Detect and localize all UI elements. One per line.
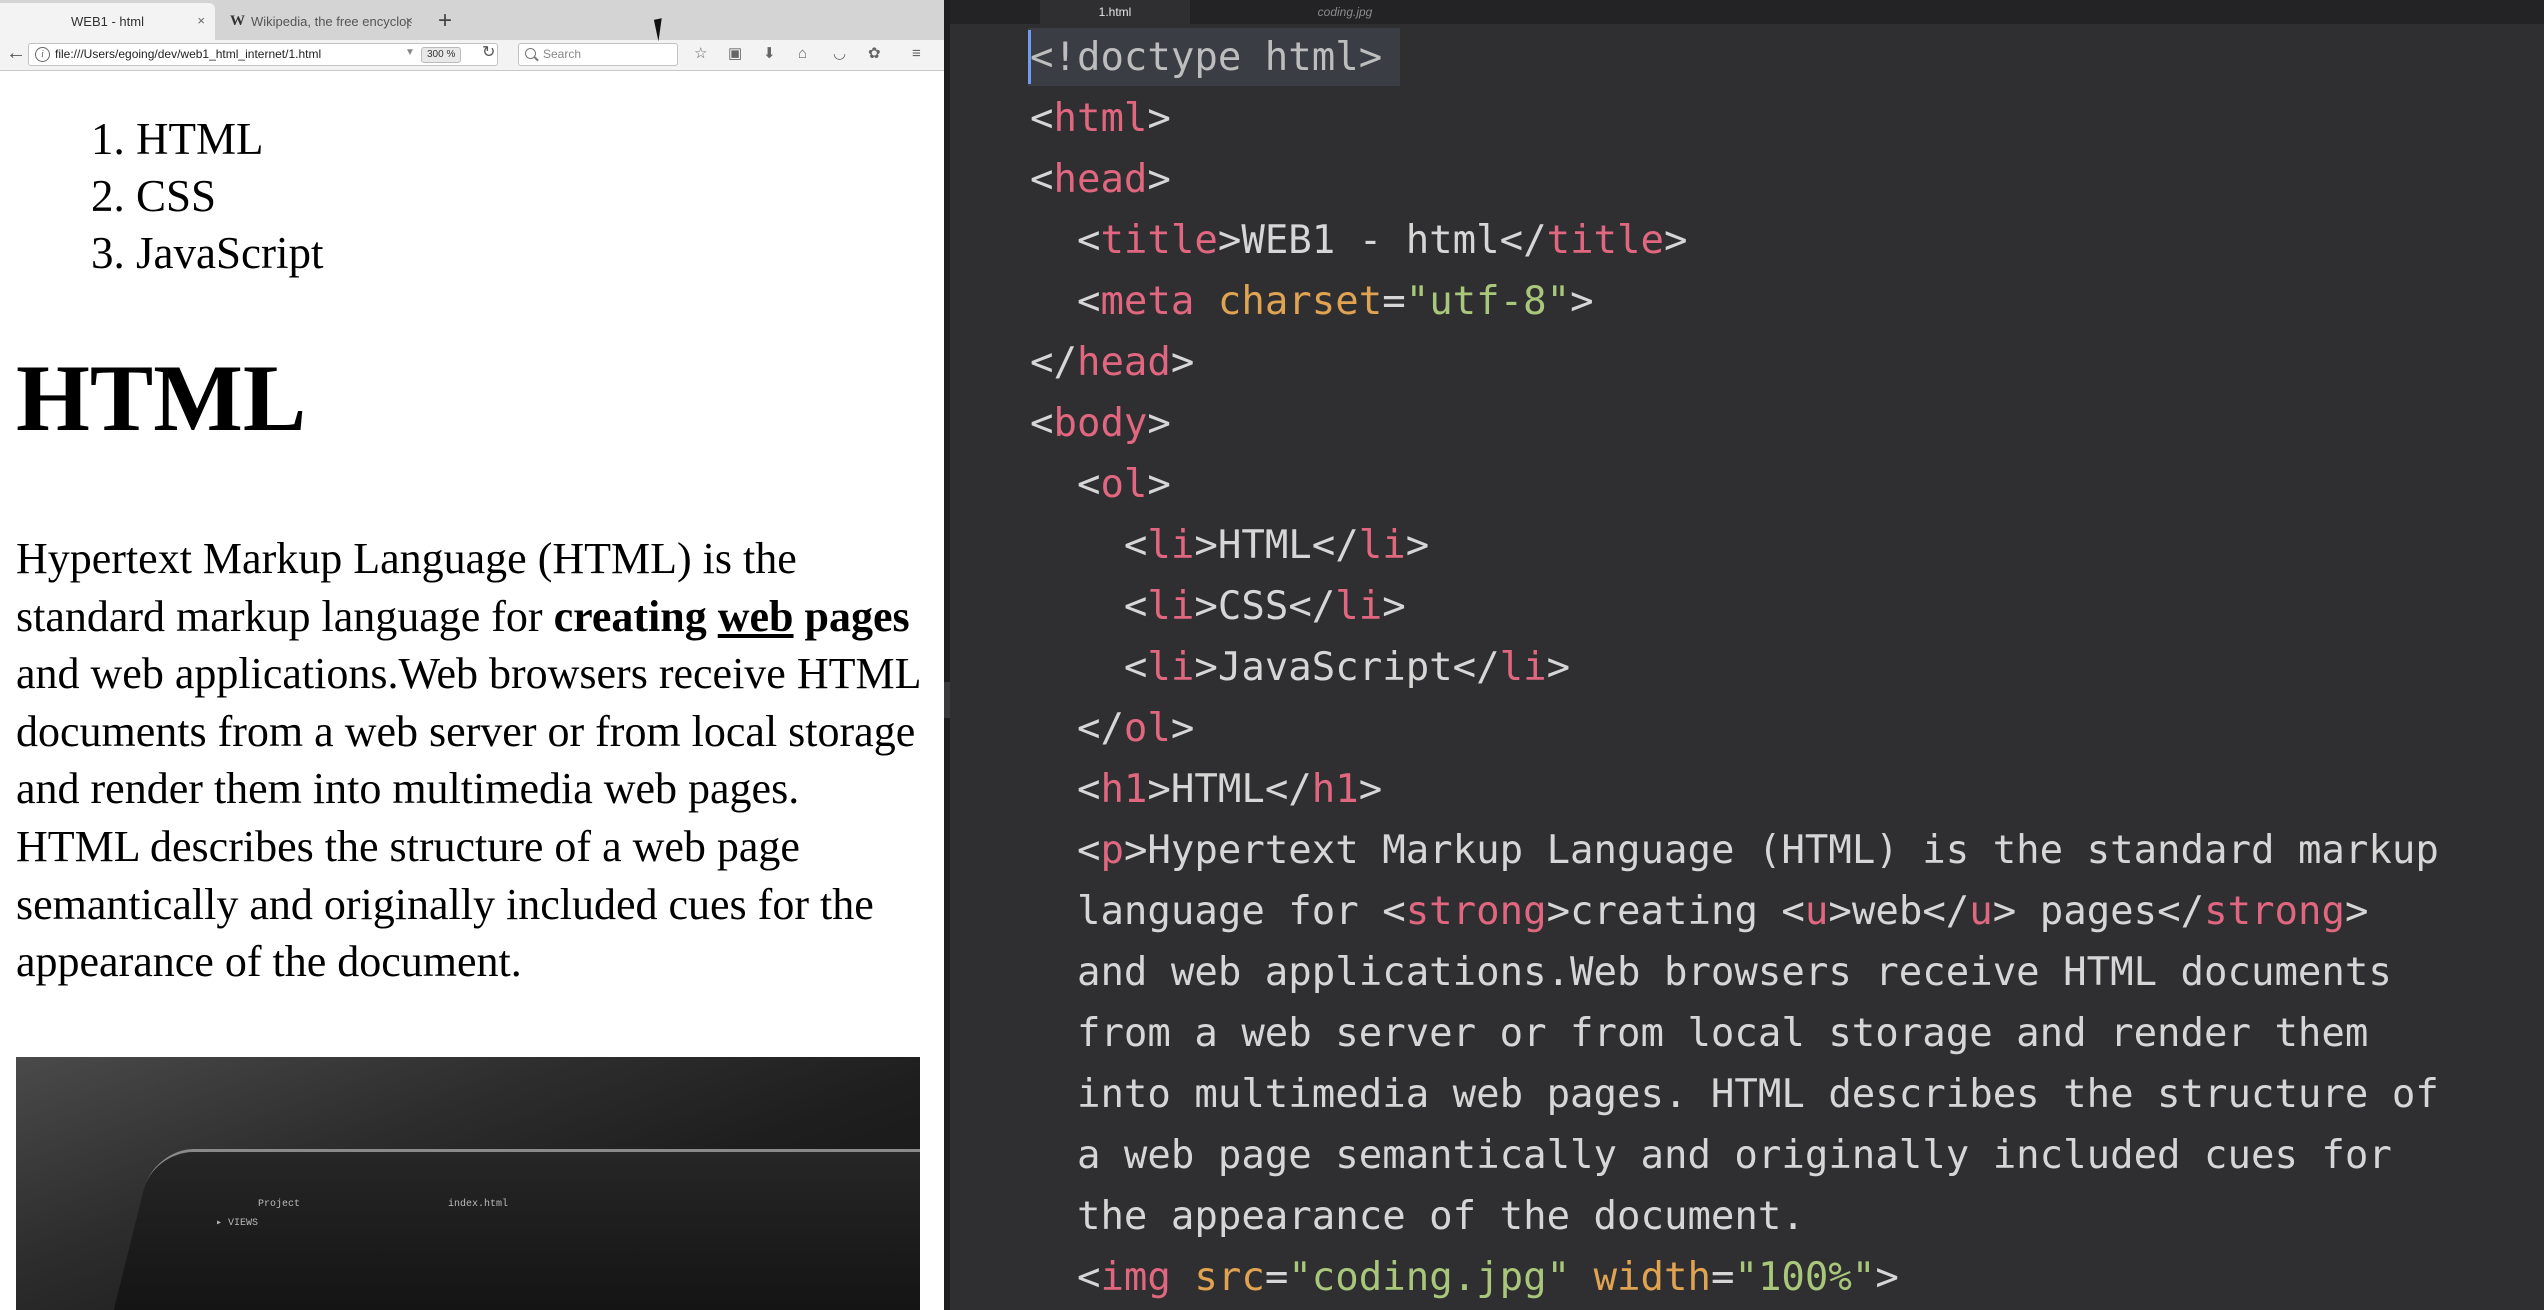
pocket-icon[interactable]: ◡ xyxy=(833,45,846,63)
page-content: HTML CSS JavaScript HTML Hypertext Marku… xyxy=(0,71,944,1310)
code-line: the appearance of the document. xyxy=(1030,1187,1805,1247)
browser-window: WEB1 - html × W Wikipedia, the free ency… xyxy=(0,0,944,1310)
editor-tab-coding-jpg[interactable]: coding.jpg xyxy=(1270,0,1420,24)
code-line: <img src="coding.jpg" width="100%"> xyxy=(1030,1255,1899,1300)
url-bar[interactable]: i file:///Users/egoing/dev/web1_html_int… xyxy=(28,43,498,66)
page-paragraph: Hypertext Markup Language (HTML) is the … xyxy=(16,530,926,991)
code-line: <li>HTML</li> xyxy=(1030,523,1430,568)
code-line: <meta charset="utf-8"> xyxy=(1030,279,1594,324)
code-line: language for <strong>creating <u>web</u>… xyxy=(1076,889,2369,934)
code-text: creating xyxy=(1570,889,1782,934)
code-line: <p>Hypertext Markup Language (HTML) is t… xyxy=(1030,828,2439,873)
reload-icon[interactable]: ↻ xyxy=(482,42,495,62)
code-line: and web applications.Web browsers receiv… xyxy=(1030,943,2392,1003)
code-string: "100%" xyxy=(1734,1255,1876,1300)
laptop-screen xyxy=(98,1149,920,1310)
browser-tab-bar: WEB1 - html × W Wikipedia, the free ency… xyxy=(0,0,944,41)
code-line: <!doctype html> xyxy=(1030,28,1382,88)
code-text: HTML xyxy=(1170,767,1265,812)
code-line: <li>CSS</li> xyxy=(1030,584,1406,629)
search-placeholder: Search xyxy=(543,47,582,61)
search-input[interactable]: Search xyxy=(518,43,678,66)
list-item: CSS xyxy=(136,168,323,225)
strong-text-part: creating xyxy=(553,591,718,641)
code-line: </head> xyxy=(1030,340,1195,385)
paragraph-text: and web applications.Web browsers receiv… xyxy=(16,649,920,987)
list-item: HTML xyxy=(136,111,323,168)
code-string: "coding.jpg" xyxy=(1288,1255,1571,1300)
home-icon[interactable]: ⌂ xyxy=(798,45,807,63)
strong-text: creating web pages xyxy=(554,592,910,641)
editor-tab-bar: 1.html coding.jpg xyxy=(950,0,2544,24)
tab-label: Wikipedia, the free encyclope xyxy=(251,14,411,29)
code-text: WEB1 - html xyxy=(1241,218,1500,263)
image-text: ▸ VIEWS xyxy=(216,1218,259,1229)
code-text: JavaScript xyxy=(1217,645,1453,690)
star-icon[interactable]: ☆ xyxy=(694,45,707,63)
code-text: CSS xyxy=(1217,584,1289,629)
zoom-level[interactable]: 300 % xyxy=(421,47,462,63)
close-icon[interactable]: × xyxy=(405,13,413,28)
code-text: a web page semantically and originally i… xyxy=(1076,1133,2392,1178)
extension-icon[interactable]: ✿ xyxy=(868,45,881,63)
code-line: a web page semantically and originally i… xyxy=(1030,1126,2392,1186)
code-line: <title>WEB1 - html</title> xyxy=(1030,218,1688,263)
code-text: pages xyxy=(2016,889,2158,934)
browser-tab-wikipedia[interactable]: W Wikipedia, the free encyclope × xyxy=(218,3,423,40)
browser-tab-web1[interactable]: WEB1 - html × xyxy=(0,3,215,40)
download-icon[interactable]: ⬇ xyxy=(763,45,776,63)
clipboard-icon[interactable]: ▣ xyxy=(728,45,742,63)
code-line: into multimedia web pages. HTML describe… xyxy=(1030,1065,2439,1125)
page-heading: HTML xyxy=(16,345,307,451)
browser-nav-bar: ← i file:///Users/egoing/dev/web1_html_i… xyxy=(0,40,944,71)
code-text: from a web server or from local storage … xyxy=(1076,1011,2369,1056)
code-text: the appearance of the document. xyxy=(1076,1194,1805,1239)
tab-label: WEB1 - html xyxy=(71,14,144,29)
image-text: index.html xyxy=(448,1199,509,1210)
code-line: <li>JavaScript</li> xyxy=(1030,645,1571,690)
code-line: </ol> xyxy=(1030,706,1195,751)
image-text: Project xyxy=(258,1199,301,1210)
code-text: web xyxy=(1851,889,1923,934)
close-icon[interactable]: × xyxy=(197,13,205,28)
menu-icon[interactable]: ≡ xyxy=(912,45,921,63)
code-text: and web applications.Web browsers receiv… xyxy=(1076,950,2392,995)
search-icon xyxy=(525,48,536,59)
code-line: from a web server or from local storage … xyxy=(1030,1004,2368,1064)
code-line: <ol> xyxy=(1030,462,1171,507)
code-text: HTML xyxy=(1217,523,1312,568)
code-line: <head> xyxy=(1030,157,1171,202)
code-string: "utf-8" xyxy=(1405,279,1571,324)
coding-image: Project index.html ▸ VIEWS xyxy=(16,1057,920,1310)
info-icon[interactable]: i xyxy=(35,47,50,62)
code-line: <body> xyxy=(1030,401,1171,446)
code-line: <h1>HTML</h1> xyxy=(1030,767,1383,812)
technology-list: HTML CSS JavaScript xyxy=(86,111,323,282)
new-tab-button[interactable]: + xyxy=(430,6,460,36)
editor-tab-1html[interactable]: 1.html xyxy=(1040,0,1190,24)
back-arrow-icon[interactable]: ← xyxy=(6,42,26,65)
url-text[interactable]: file:///Users/egoing/dev/web1_html_inter… xyxy=(55,47,321,61)
code-text: Hypertext Markup Language (HTML) is the … xyxy=(1147,828,2439,873)
wikipedia-icon: W xyxy=(230,13,245,29)
code-text: language for xyxy=(1076,889,1383,934)
code-text: into multimedia web pages. HTML describe… xyxy=(1076,1072,2439,1117)
list-item: JavaScript xyxy=(136,225,323,282)
chevron-down-icon[interactable]: ▼ xyxy=(405,47,415,58)
code-line: <html> xyxy=(1030,96,1171,141)
code-editor: 1.html coding.jpg <!doctype html> <html>… xyxy=(950,0,2544,1310)
strong-text-part: pages xyxy=(793,591,910,641)
doctype-token: <!doctype html> xyxy=(1030,35,1383,80)
underlined-text: web xyxy=(717,591,794,641)
